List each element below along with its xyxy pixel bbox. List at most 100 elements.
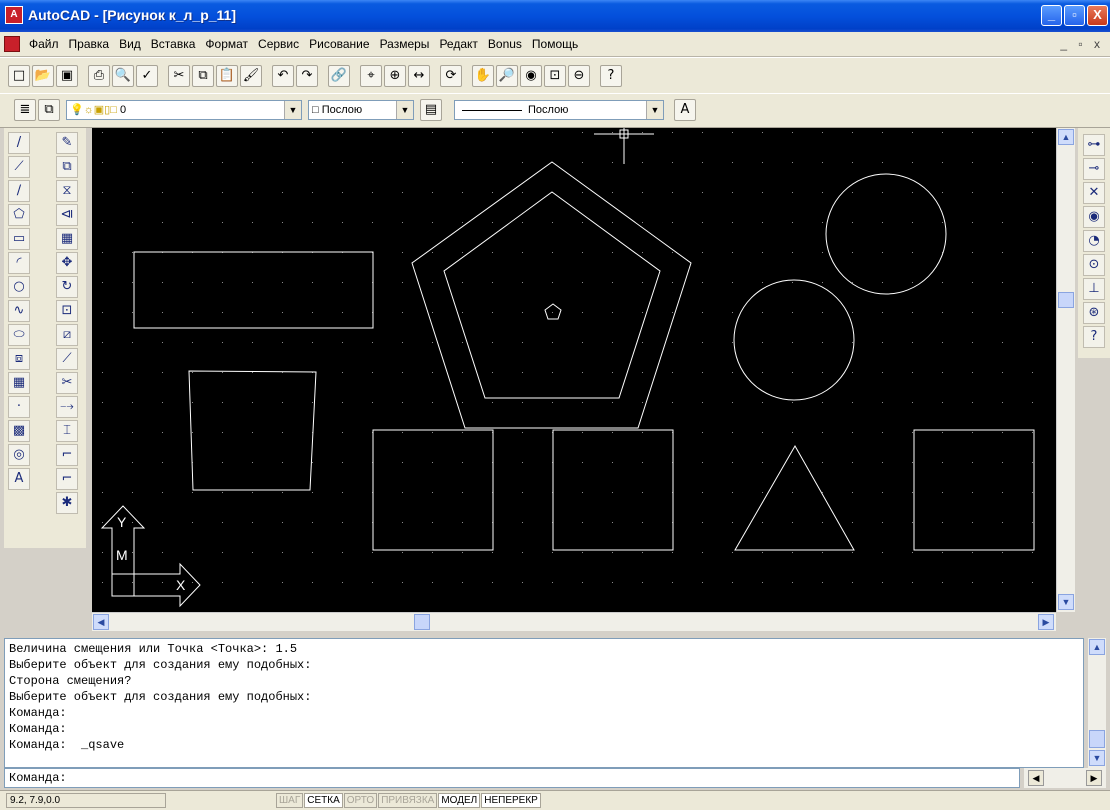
chevron-down-icon[interactable]: ▼ [396, 101, 413, 119]
snap-endpoint-icon[interactable]: ⊶ [1083, 134, 1105, 156]
title-bar[interactable]: A AutoCAD - [Рисунок к_л_р_11] _ ▫ X [0, 0, 1110, 32]
menu-item-2[interactable]: Вид [114, 32, 146, 56]
aerial-icon[interactable]: ◉ [520, 65, 542, 87]
command-horizontal-scrollbar[interactable]: ◀ ▶ [1024, 768, 1106, 788]
lengthen-icon[interactable]: ⟋ [56, 348, 78, 370]
layer-combo[interactable]: 💡☼▣▯□ 0 ▼ [66, 100, 302, 120]
scroll-right-icon[interactable]: ▶ [1086, 770, 1102, 786]
scroll-up-icon[interactable]: ▲ [1058, 129, 1074, 145]
square-entity[interactable] [372, 429, 494, 551]
snap-perpendicular-icon[interactable]: ⊥ [1083, 278, 1105, 300]
insert-block-icon[interactable]: ⧈ [8, 348, 30, 370]
circle-entity[interactable] [733, 279, 855, 401]
horizontal-scroll-thumb[interactable] [414, 614, 430, 630]
trim-icon[interactable]: ✂ [56, 372, 78, 394]
snap-node-icon[interactable]: ⊛ [1083, 302, 1105, 324]
layer-manager-icon[interactable]: ≣ [14, 99, 36, 121]
minimize-button[interactable]: _ [1041, 5, 1062, 26]
copy-object-icon[interactable]: ⧉ [56, 156, 78, 178]
status-toggle-1[interactable]: СЕТКА [304, 793, 343, 808]
zoom-window-icon[interactable]: ⊡ [544, 65, 566, 87]
erase-icon[interactable]: ✎ [56, 132, 78, 154]
maximize-button[interactable]: ▫ [1064, 5, 1085, 26]
hyperlink-icon[interactable]: 🔗 [328, 65, 350, 87]
point-icon[interactable]: · [8, 396, 30, 418]
scroll-down-icon[interactable]: ▼ [1058, 594, 1074, 610]
menu-item-8[interactable]: Редакт [434, 32, 482, 56]
help-icon[interactable]: ? [600, 65, 622, 87]
command-history-scrollbar[interactable]: ▲ ▼ [1088, 638, 1106, 768]
scroll-left-icon[interactable]: ◀ [1028, 770, 1044, 786]
status-toggle-4[interactable]: МОДЕЛ [438, 793, 481, 808]
status-toggle-3[interactable]: ПРИВЯЗКА [378, 793, 438, 808]
rectangle-icon[interactable]: ▭ [8, 228, 30, 250]
array-icon[interactable]: ▦ [56, 228, 78, 250]
offset-icon[interactable]: ⧏ [56, 204, 78, 226]
zoom-previous-icon[interactable]: ⊖ [568, 65, 590, 87]
snap-quadrant-icon[interactable]: ◔ [1083, 230, 1105, 252]
make-layer-current-icon[interactable]: ⧉ [38, 99, 60, 121]
ellipse-icon[interactable]: ⬭ [8, 324, 30, 346]
spline-icon[interactable]: ∿ [8, 300, 30, 322]
small-pentagon-entity[interactable] [544, 303, 562, 320]
circle-entity[interactable] [825, 173, 947, 295]
vertical-scroll-thumb[interactable] [1058, 292, 1074, 308]
snap-center-icon[interactable]: ◉ [1083, 206, 1105, 228]
chevron-down-icon[interactable]: ▼ [284, 101, 301, 119]
break-icon[interactable]: ⌶ [56, 420, 78, 442]
cut-icon[interactable]: ✂ [168, 65, 190, 87]
copy-icon[interactable]: ⧉ [192, 65, 214, 87]
scroll-down-icon[interactable]: ▼ [1089, 750, 1105, 766]
menu-item-6[interactable]: Рисование [304, 32, 374, 56]
polyline-icon[interactable]: ∕ [8, 180, 30, 202]
status-toggle-2[interactable]: ОРТО [343, 793, 378, 808]
menu-item-1[interactable]: Правка [64, 32, 115, 56]
menu-item-3[interactable]: Вставка [146, 32, 201, 56]
match-icon[interactable]: 🖌 [240, 65, 262, 87]
chamfer-icon[interactable]: ⌐ [56, 444, 78, 466]
rotate-icon[interactable]: ↻ [56, 276, 78, 298]
status-toggle-5[interactable]: НЕПЕРЕКР [481, 793, 541, 808]
ucs-icon[interactable]: ⊕ [384, 65, 406, 87]
preview-icon[interactable]: 🔍 [112, 65, 134, 87]
mdi-window-controls[interactable]: _ ▫ x [1060, 37, 1104, 51]
distance-icon[interactable]: ↔ [408, 65, 430, 87]
drawing-svg[interactable]: Y X M [92, 128, 1056, 612]
snap-intersection-icon[interactable]: ✕ [1083, 182, 1105, 204]
status-toggle-0[interactable]: ШАГ [276, 793, 304, 808]
region-icon[interactable]: ◎ [8, 444, 30, 466]
color-combo[interactable]: □ Послою ▼ [308, 100, 414, 120]
properties-icon[interactable]: A [674, 99, 696, 121]
menu-item-10[interactable]: Помощь [527, 32, 583, 56]
redo-icon[interactable]: ↷ [296, 65, 318, 87]
text-icon[interactable]: A [8, 468, 30, 490]
coordinates-readout[interactable]: 9.2, 7.9,0.0 [6, 793, 166, 808]
linetype-icon[interactable]: ▤ [420, 99, 442, 121]
menu-item-7[interactable]: Размеры [375, 32, 435, 56]
move-icon[interactable]: ✥ [56, 252, 78, 274]
construction-line-icon[interactable]: ⟋ [8, 156, 30, 178]
extend-icon[interactable]: ⤍ [56, 396, 78, 418]
square-entity[interactable] [913, 429, 1035, 551]
scroll-up-icon[interactable]: ▲ [1089, 639, 1105, 655]
snap-midpoint-icon[interactable]: ⊸ [1083, 158, 1105, 180]
chevron-down-icon[interactable]: ▼ [646, 101, 663, 119]
close-button[interactable]: X [1087, 5, 1108, 26]
pan-icon[interactable]: ✋ [472, 65, 494, 87]
autocad-app-icon[interactable]: A [5, 6, 23, 24]
explode-icon[interactable]: ✱ [56, 492, 78, 514]
circle-icon[interactable]: ○ [8, 276, 30, 298]
spell-icon[interactable]: ✓ [136, 65, 158, 87]
command-input[interactable]: Команда: [4, 768, 1020, 788]
paste-icon[interactable]: 📋 [216, 65, 238, 87]
stretch-icon[interactable]: ⧄ [56, 324, 78, 346]
scroll-right-icon[interactable]: ▶ [1038, 614, 1054, 630]
menu-item-0[interactable]: Файл [24, 32, 64, 56]
drawing-horizontal-scrollbar[interactable]: ◀ ▶ [92, 612, 1056, 631]
print-icon[interactable]: ⎙ [88, 65, 110, 87]
menu-item-9[interactable]: Bonus [483, 32, 527, 56]
menu-item-5[interactable]: Сервис [253, 32, 304, 56]
make-block-icon[interactable]: ▦ [8, 372, 30, 394]
polygon-icon[interactable]: ⬠ [8, 204, 30, 226]
fillet-icon[interactable]: ⌐ [56, 468, 78, 490]
